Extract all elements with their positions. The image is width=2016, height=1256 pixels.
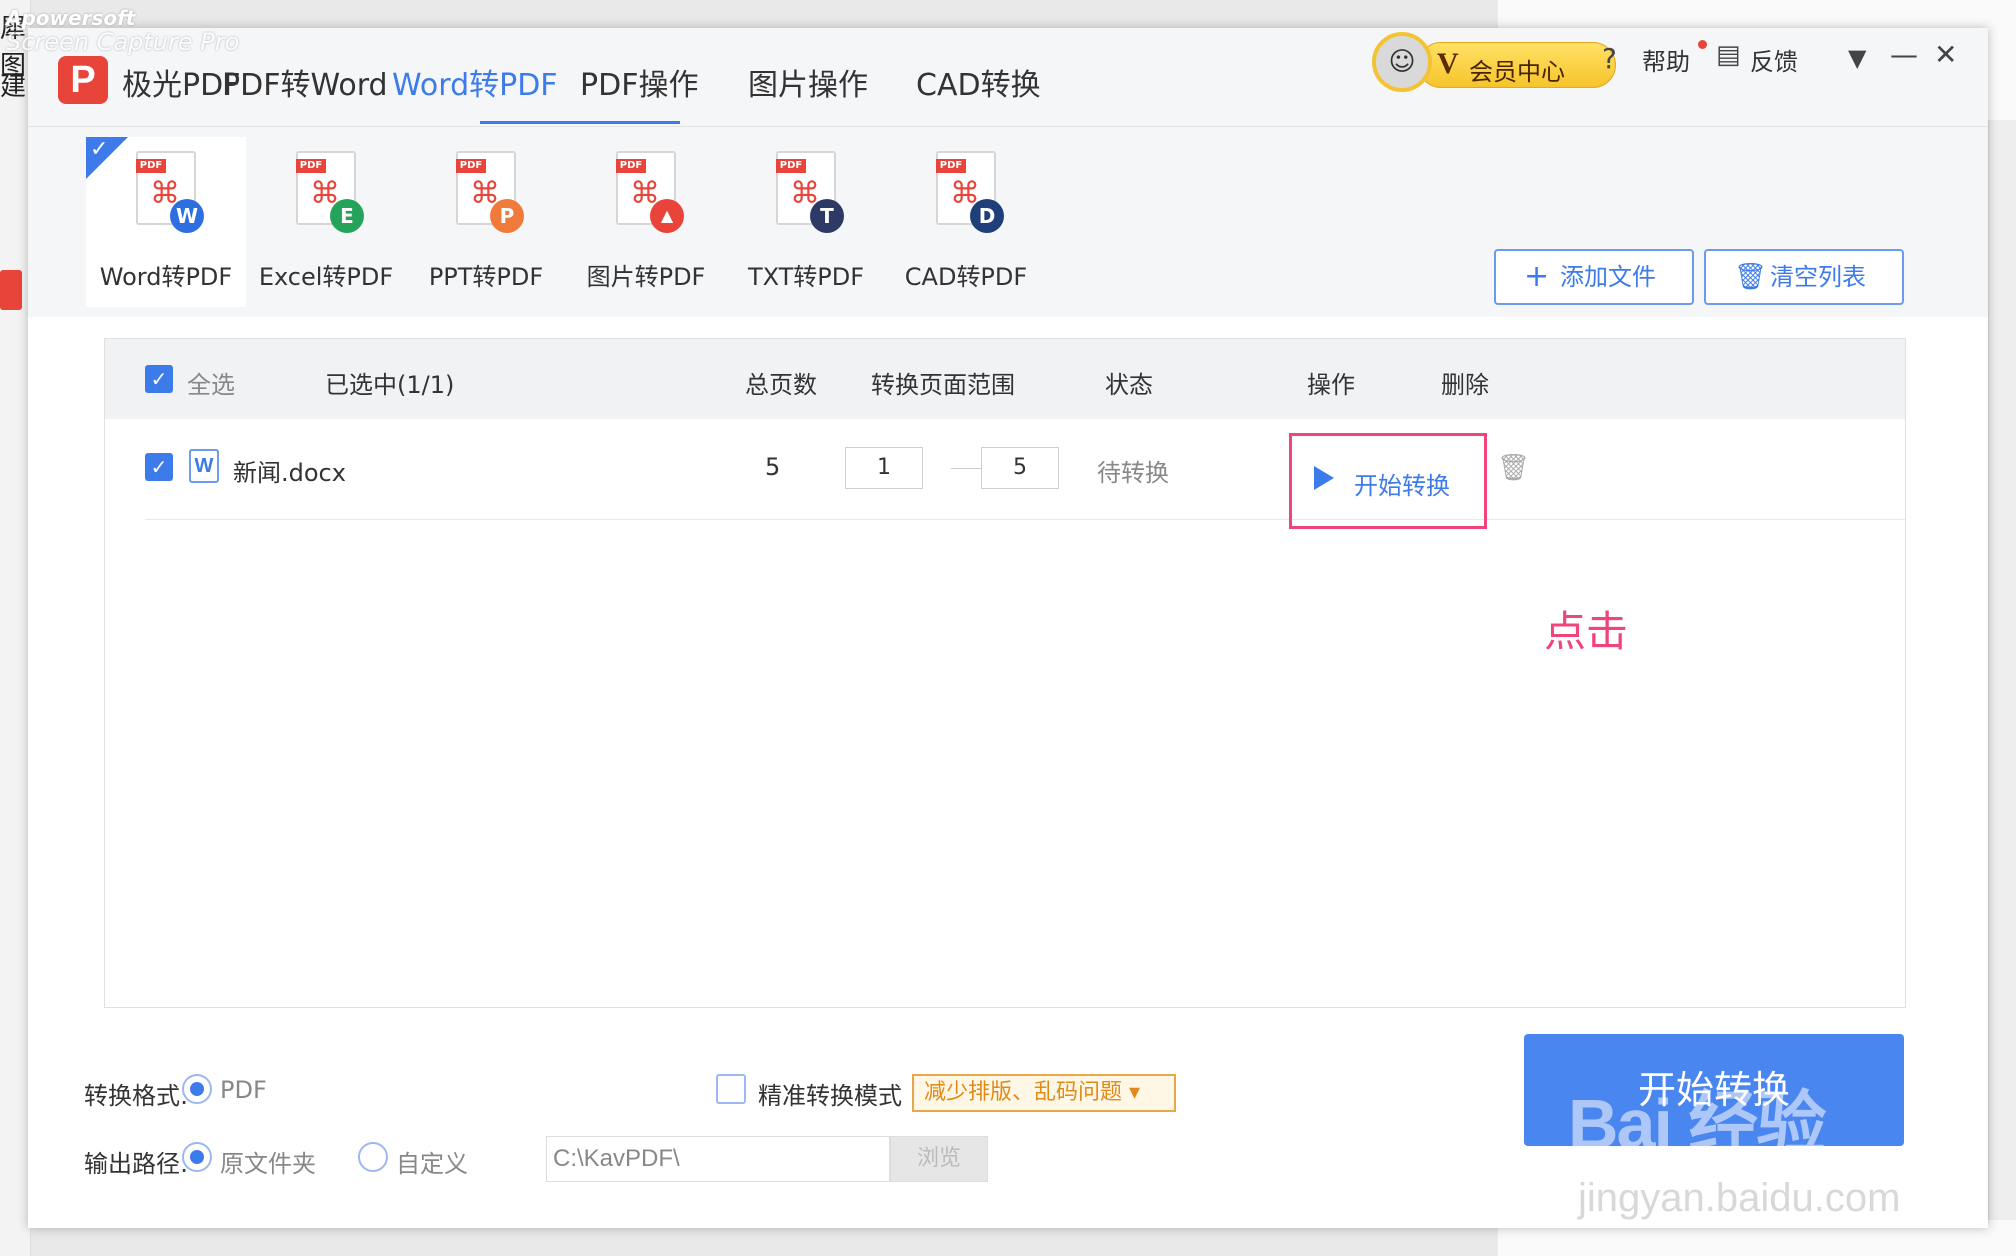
precise-tip-text: 减少排版、乱码问题 bbox=[924, 1080, 1123, 1105]
member-center-button[interactable]: V 会员中心 bbox=[1418, 42, 1616, 88]
status-text: 待转换 bbox=[1097, 459, 1169, 487]
output-original-label[interactable]: 原文件夹 bbox=[220, 1144, 316, 1179]
tool-cad-to-pdf[interactable]: PDF ⌘ D CAD转PDF bbox=[886, 137, 1046, 307]
tool-label: 图片转PDF bbox=[586, 263, 706, 291]
header-range: 转换页面范围 bbox=[871, 371, 1015, 399]
precise-mode-tip[interactable]: 减少排版、乱码问题 ▾ bbox=[912, 1074, 1176, 1112]
clear-list-label: 清空列表 bbox=[1770, 263, 1866, 291]
plus-icon: + bbox=[1524, 259, 1550, 294]
range-separator bbox=[951, 468, 981, 469]
file-name: 新闻.docx bbox=[233, 459, 346, 487]
tool-txt-to-pdf[interactable]: PDF ⌘ T TXT转PDF bbox=[726, 137, 886, 307]
header-delete: 删除 bbox=[1441, 371, 1489, 399]
background-app-icon bbox=[0, 270, 22, 310]
txt-badge-icon: T bbox=[810, 199, 844, 233]
excel-badge-icon: E bbox=[330, 199, 364, 233]
click-annotation: 点击 bbox=[1544, 607, 1629, 656]
chevron-down-icon: ▾ bbox=[1129, 1080, 1141, 1105]
output-original-radio[interactable] bbox=[182, 1142, 212, 1172]
format-pdf-radio[interactable] bbox=[182, 1074, 212, 1104]
header-pages: 总页数 bbox=[745, 371, 817, 399]
tool-word-to-pdf[interactable]: ✓ PDF ⌘ W Word转PDF bbox=[86, 137, 246, 307]
tool-label: Word转PDF bbox=[99, 263, 233, 291]
dropdown-menu-icon[interactable]: ▼ bbox=[1848, 44, 1866, 72]
tool-label: Excel转PDF bbox=[258, 263, 394, 291]
browse-button[interactable]: 浏览 bbox=[890, 1136, 988, 1182]
tab-pdf-to-word[interactable]: PDF转Word bbox=[222, 60, 388, 104]
row-checkbox[interactable]: ✓ bbox=[145, 453, 173, 481]
range-to-input[interactable]: 5 bbox=[981, 447, 1059, 489]
start-convert-label: 开始转换 bbox=[1354, 472, 1450, 500]
clear-list-button[interactable]: 🗑 清空列表 bbox=[1704, 249, 1904, 305]
select-all-checkbox[interactable]: ✓ bbox=[145, 365, 173, 393]
output-path-label: 输出路径: bbox=[84, 1150, 189, 1178]
tab-word-to-pdf[interactable]: Word转PDF bbox=[392, 60, 558, 104]
active-tab-underline bbox=[480, 121, 680, 124]
precise-mode-label[interactable]: 精准转换模式 bbox=[758, 1076, 902, 1111]
play-icon bbox=[1314, 466, 1334, 490]
output-custom-radio[interactable] bbox=[358, 1142, 388, 1172]
baidu-watermark-url: jingyan.baidu.com bbox=[1578, 1176, 1901, 1220]
baidu-watermark: Bai 经验 bbox=[1568, 1085, 1826, 1163]
selected-count: 已选中(1/1) bbox=[325, 371, 455, 399]
start-convert-action[interactable]: 开始转换 bbox=[1289, 433, 1487, 529]
format-pdf-label[interactable]: PDF bbox=[220, 1076, 267, 1104]
delete-row-icon[interactable]: 🗑 bbox=[1497, 453, 1530, 483]
add-file-button[interactable]: + 添加文件 bbox=[1494, 249, 1694, 305]
page-count: 5 bbox=[765, 453, 781, 481]
table-row: ✓ W 新闻.docx 5 1 5 待转换 开始转换 🗑 bbox=[145, 419, 1905, 529]
tool-excel-to-pdf[interactable]: PDF ⌘ E Excel转PDF bbox=[246, 137, 406, 307]
tab-cad-conversion[interactable]: CAD转换 bbox=[916, 60, 1041, 104]
range-from-input[interactable]: 1 bbox=[845, 447, 923, 489]
user-avatar[interactable]: ☺ bbox=[1372, 32, 1432, 92]
title-bar: P 极光PDF PDF转Word Word转PDF PDF操作 图片操作 CAD… bbox=[28, 28, 1988, 127]
app-logo-icon: P bbox=[58, 56, 108, 104]
minimize-icon[interactable]: — bbox=[1890, 38, 1918, 71]
tab-image-operations[interactable]: 图片操作 bbox=[748, 60, 868, 104]
output-custom-label[interactable]: 自定义 bbox=[396, 1144, 468, 1179]
watermark-app: Apowersoft bbox=[6, 6, 136, 30]
output-path-input[interactable]: C:\KavPDF\ bbox=[546, 1136, 890, 1182]
header-status: 状态 bbox=[1105, 371, 1153, 399]
image-badge-icon: ▲ bbox=[650, 199, 684, 233]
feedback-icon[interactable]: ▤ bbox=[1716, 40, 1741, 70]
notification-dot bbox=[1698, 40, 1707, 49]
conversion-tool-strip: ✓ PDF ⌘ W Word转PDF PDF ⌘ E Excel转PDF PDF ⌘ … bbox=[28, 127, 1988, 317]
tab-pdf-operations[interactable]: PDF操作 bbox=[580, 60, 698, 104]
background-window-left: 犀图 建 bbox=[0, 0, 31, 1256]
background-text: 建 bbox=[0, 72, 27, 102]
capture-watermark: Apowersoft Screen Capture Pro bbox=[6, 6, 239, 54]
trash-icon: 🗑 bbox=[1734, 262, 1768, 292]
word-badge-icon: W bbox=[170, 199, 204, 233]
file-table: ✓ 全选 已选中(1/1) 总页数 转换页面范围 状态 操作 删除 ✓ W 新闻… bbox=[104, 338, 1906, 1008]
vip-icon: V bbox=[1437, 47, 1459, 80]
word-file-icon: W bbox=[189, 449, 219, 483]
close-icon[interactable]: ✕ bbox=[1934, 38, 1957, 71]
tool-ppt-to-pdf[interactable]: PDF ⌘ P PPT转PDF bbox=[406, 137, 566, 307]
app-window: P 极光PDF PDF转Word Word转PDF PDF操作 图片操作 CAD… bbox=[28, 28, 1988, 1228]
watermark-sub: Screen Capture Pro bbox=[6, 28, 240, 56]
feedback-link[interactable]: 反馈 bbox=[1750, 42, 1798, 77]
select-all-label[interactable]: 全选 bbox=[187, 365, 235, 400]
tool-label: CAD转PDF bbox=[904, 263, 1028, 291]
tool-image-to-pdf[interactable]: PDF ⌘ ▲ 图片转PDF bbox=[566, 137, 726, 307]
table-header: ✓ 全选 已选中(1/1) 总页数 转换页面范围 状态 操作 删除 bbox=[105, 339, 1905, 419]
background-scroll-strip bbox=[1988, 120, 2016, 1220]
tool-label: PPT转PDF bbox=[428, 263, 544, 291]
help-link[interactable]: 帮助 bbox=[1642, 42, 1690, 77]
precise-mode-checkbox[interactable] bbox=[716, 1074, 746, 1104]
tool-label: TXT转PDF bbox=[747, 263, 865, 291]
add-file-label: 添加文件 bbox=[1560, 263, 1656, 291]
header-action: 操作 bbox=[1307, 371, 1355, 399]
help-icon[interactable]: ? bbox=[1602, 42, 1617, 75]
member-center-label: 会员中心 bbox=[1469, 58, 1565, 86]
check-icon: ✓ bbox=[90, 137, 109, 162]
cad-badge-icon: D bbox=[970, 199, 1004, 233]
ppt-badge-icon: P bbox=[490, 199, 524, 233]
format-label: 转换格式: bbox=[84, 1082, 189, 1110]
